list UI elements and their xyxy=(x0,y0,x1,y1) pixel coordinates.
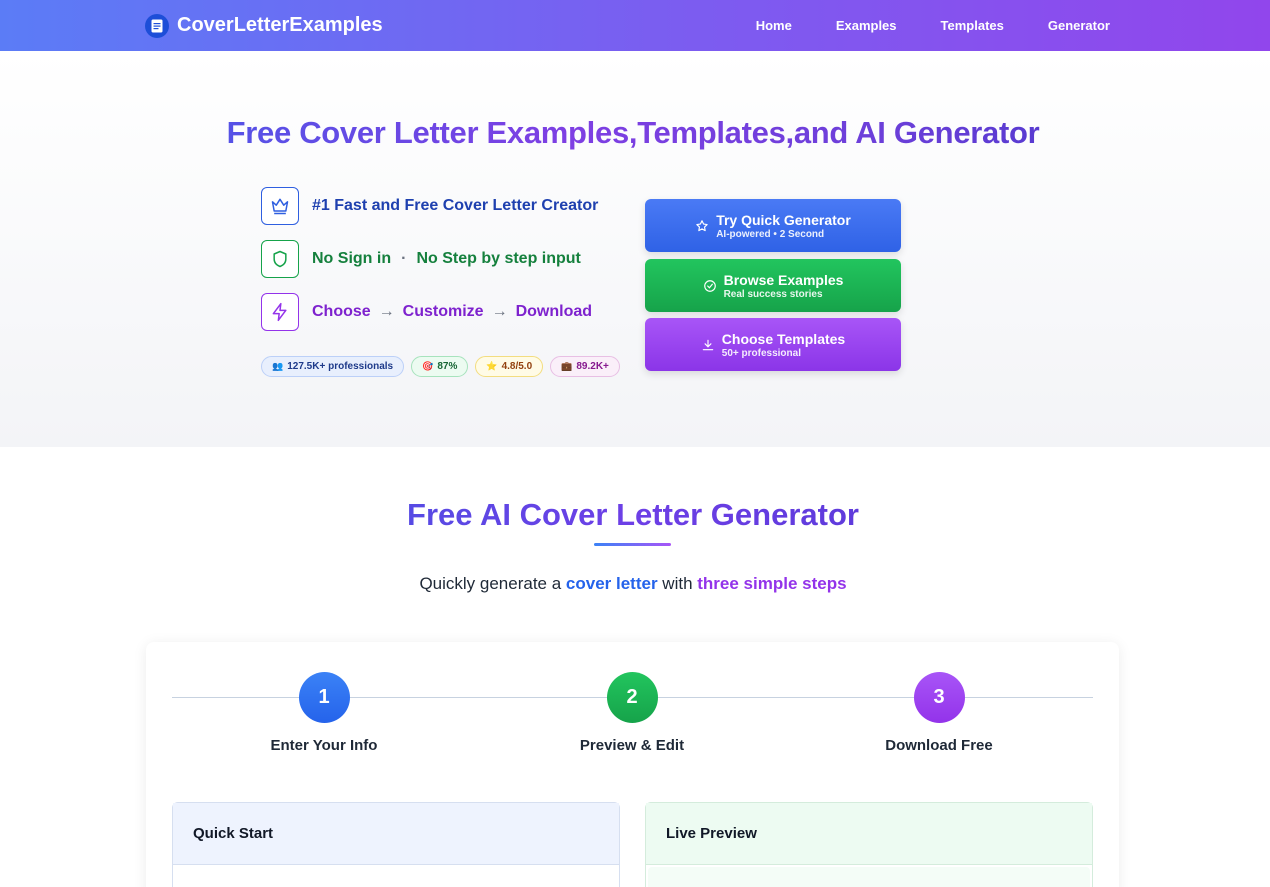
badge-rating: ⭐ 4.8/5.0 xyxy=(475,356,544,377)
briefcase-icon: 💼 xyxy=(561,361,573,371)
cta-label: Try Quick Generator xyxy=(716,211,851,228)
feature-fast-free-text: #1 Fast and Free Cover Letter Creator xyxy=(312,197,599,214)
nav-link-examples[interactable]: Examples xyxy=(814,18,919,33)
step-enter-info: 1 Enter Your Info xyxy=(224,672,424,754)
badge-success-rate: 🎯 87% xyxy=(411,356,469,377)
badge-professionals: 👥 127.5K+ professionals xyxy=(261,356,405,377)
users-icon: 👥 xyxy=(272,361,284,371)
feature-list: #1 Fast and Free Cover Letter Creator No… xyxy=(261,187,598,346)
live-preview-panel: Live Preview xyxy=(645,802,1093,887)
generator-card: 1 Enter Your Info 2 Preview & Edit 3 Dow… xyxy=(146,642,1119,887)
feature-fast-free: #1 Fast and Free Cover Letter Creator xyxy=(261,187,598,225)
download-icon xyxy=(702,339,714,350)
badge-jobs-text: 89.2K+ xyxy=(576,361,609,372)
cta-label: Browse Examples xyxy=(723,271,844,288)
step-label: Enter Your Info xyxy=(270,737,378,754)
arrow-right-icon: → xyxy=(491,303,508,320)
check-circle-icon xyxy=(703,279,716,292)
feature-no-steps-text: No Step by step input xyxy=(416,250,581,267)
step-download-free: 3 Download Free xyxy=(839,672,1039,754)
nav-link-generator[interactable]: Generator xyxy=(1026,18,1125,33)
top-nav: CoverLetterExamples Home Examples Templa… xyxy=(0,0,1270,51)
separator-dot: · xyxy=(401,250,407,267)
step-number: 3 xyxy=(913,672,965,723)
title-underline xyxy=(594,543,671,546)
cta-sublabel: 50+ professional xyxy=(721,347,801,359)
target-icon: 🎯 xyxy=(422,361,434,371)
nav-link-templates[interactable]: Templates xyxy=(919,18,1026,33)
badge-jobs: 💼 89.2K+ xyxy=(550,356,620,377)
badge-rating-text: 4.8/5.0 xyxy=(501,361,533,372)
stats-badges: 👥 127.5K+ professionals 🎯 87% ⭐ 4.8/5.0 💼 89… xyxy=(261,356,620,377)
badge-professionals-text: 127.5K+ professionals xyxy=(287,361,394,372)
workflow-customize: Customize xyxy=(402,303,484,320)
subtitle-highlight-steps: three simple steps xyxy=(697,574,847,593)
feature-workflow: Choose → Customize → Download xyxy=(261,293,598,331)
step-number: 2 xyxy=(606,672,658,723)
feature-no-signin: No Sign in · No Step by step input xyxy=(261,240,598,278)
brand-logo-link[interactable]: CoverLetterExamples xyxy=(145,13,383,38)
shield-icon xyxy=(261,240,299,278)
hero-section: Free Cover Letter Examples,Templates,and… xyxy=(0,51,1270,447)
subtitle-highlight-cover-letter: cover letter xyxy=(565,574,658,593)
workflow-download: Download xyxy=(515,303,593,320)
arrow-right-icon: → xyxy=(378,303,395,320)
lightning-icon xyxy=(261,293,299,331)
cta-sublabel: Real success stories xyxy=(723,288,823,300)
step-preview-edit: 2 Preview & Edit xyxy=(532,672,732,754)
crown-icon xyxy=(261,187,299,225)
generator-subtitle: Quickly generate a cover letter with thr… xyxy=(0,574,1266,594)
subtitle-mid: with xyxy=(657,574,698,593)
star-outline-icon xyxy=(696,219,708,231)
feature-no-signin-text: No Sign in xyxy=(312,250,392,267)
choose-templates-button[interactable]: Choose Templates 50+ professional xyxy=(645,318,901,371)
generator-title: Free AI Cover Letter Generator xyxy=(0,497,1266,533)
workflow-choose: Choose xyxy=(312,303,371,320)
step-number: 1 xyxy=(298,672,350,723)
quick-start-header: Quick Start xyxy=(173,803,619,865)
generator-section: Free AI Cover Letter Generator Quickly g… xyxy=(0,447,1270,887)
step-label: Download Free xyxy=(885,737,993,754)
quick-start-panel: Quick Start xyxy=(172,802,620,887)
nav-link-home[interactable]: Home xyxy=(734,18,814,33)
live-preview-body xyxy=(648,867,1090,887)
hero-title: Free Cover Letter Examples,Templates,and… xyxy=(0,115,1266,151)
star-icon: ⭐ xyxy=(486,361,498,371)
brand-name: CoverLetterExamples xyxy=(177,14,383,36)
live-preview-header: Live Preview xyxy=(646,803,1092,865)
try-quick-generator-button[interactable]: Try Quick Generator AI-powered • 2 Secon… xyxy=(645,199,901,252)
subtitle-prefix: Quickly generate a xyxy=(419,574,566,593)
document-icon xyxy=(145,13,169,38)
cta-label: Choose Templates xyxy=(721,330,846,347)
badge-success-rate-text: 87% xyxy=(437,361,458,372)
browse-examples-button[interactable]: Browse Examples Real success stories xyxy=(645,259,901,312)
cta-sublabel: AI-powered • 2 Second xyxy=(716,228,825,240)
step-label: Preview & Edit xyxy=(579,737,685,754)
